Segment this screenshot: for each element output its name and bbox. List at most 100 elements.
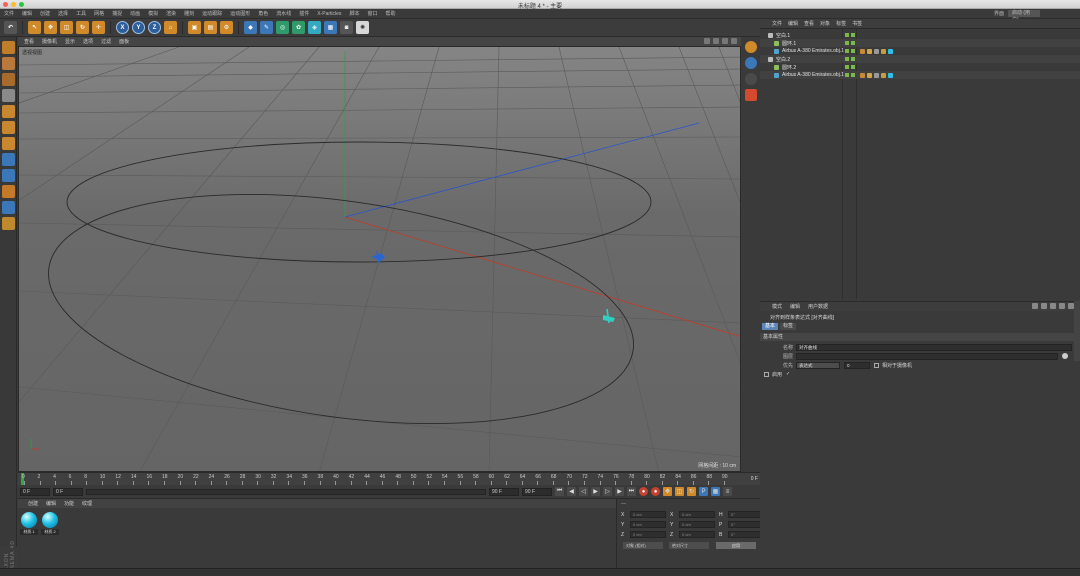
attr-menu-item[interactable]: 模式 — [772, 303, 782, 310]
visibility-flags[interactable] — [845, 33, 855, 37]
deformer-icon[interactable]: ◈ — [308, 21, 321, 34]
menu-item[interactable]: 文件 — [4, 10, 14, 17]
size-field[interactable]: 0 cm — [679, 511, 715, 518]
key-param-icon[interactable]: P — [699, 487, 708, 496]
record-icon[interactable]: ● — [639, 487, 648, 496]
rotate-tool-icon[interactable]: ↻ — [76, 21, 89, 34]
next-frame-icon[interactable]: ▷ — [603, 487, 612, 496]
solo-icon[interactable] — [745, 41, 757, 53]
enable-axis-icon[interactable] — [1, 153, 15, 166]
next-key-icon[interactable]: ▶ — [615, 487, 624, 496]
camera-icon[interactable]: ◙ — [340, 21, 353, 34]
object-tags[interactable] — [860, 48, 893, 54]
snap-icon[interactable] — [1, 169, 15, 182]
menu-item[interactable]: 工具 — [76, 10, 86, 17]
viewport-menu-item[interactable]: 过滤 — [101, 38, 111, 45]
material-swatch[interactable]: 材质.2 — [41, 512, 59, 536]
tab-basic[interactable]: 基本 — [762, 323, 779, 330]
visibility-flags[interactable] — [845, 41, 855, 45]
previous-key-icon[interactable]: ◀ — [567, 487, 576, 496]
viewport-menu-item[interactable]: 面板 — [119, 38, 129, 45]
material-swatch[interactable]: 材质.1 — [20, 512, 38, 536]
make-editable-icon[interactable] — [1, 41, 15, 54]
object-row[interactable]: 圆环.1 — [760, 39, 1080, 47]
name-field[interactable]: 对齐曲线 — [796, 343, 1072, 351]
cube-primitive-icon[interactable]: ◆ — [244, 21, 257, 34]
go-to-end-icon[interactable]: ⏭ — [627, 487, 636, 496]
orbit-icon[interactable] — [722, 38, 728, 44]
key-rotation-icon[interactable]: ↻ — [687, 487, 696, 496]
spline-ring-2[interactable] — [34, 161, 648, 457]
object-tags[interactable] — [860, 72, 893, 78]
light-icon[interactable]: ✺ — [356, 21, 369, 34]
position-field[interactable]: 0 cm — [630, 531, 666, 538]
render-settings-icon[interactable]: ⚙ — [220, 21, 233, 34]
cloner-icon[interactable]: ✿ — [292, 21, 305, 34]
menu-item[interactable]: 模拟 — [148, 10, 158, 17]
locked-workplane-icon[interactable] — [1, 217, 15, 230]
workplane-lock-icon[interactable] — [1, 201, 15, 214]
menu-item[interactable]: 创建 — [40, 10, 50, 17]
menu-item[interactable]: 运动跟踪 — [202, 10, 222, 17]
om-menu-item[interactable]: 文件 — [772, 20, 782, 27]
camera-checkbox[interactable] — [874, 362, 879, 368]
om-menu-item[interactable]: 对象 — [820, 20, 830, 27]
z-axis-lock-icon[interactable]: Z — [148, 21, 161, 34]
rotation-field[interactable]: 0° — [728, 511, 764, 518]
key-pla-icon[interactable]: ▦ — [711, 487, 720, 496]
priority-dropdown[interactable]: 表达式 — [796, 361, 840, 369]
soft-selection-icon[interactable] — [1, 185, 15, 198]
preview-range-slider[interactable] — [86, 488, 486, 495]
airplane-model-1[interactable] — [371, 250, 385, 264]
menu-item[interactable]: 渲染 — [166, 10, 176, 17]
start-frame-field[interactable]: 0 F — [20, 487, 50, 496]
search-icon[interactable] — [1050, 303, 1056, 309]
key-position-icon[interactable]: ✥ — [663, 487, 672, 496]
om-menu-item[interactable]: 编辑 — [788, 20, 798, 27]
model-mode-icon[interactable] — [1, 57, 15, 70]
play-icon[interactable]: ▶ — [591, 487, 600, 496]
render-picture-viewer-icon[interactable]: ▤ — [204, 21, 217, 34]
edges-mode-icon[interactable] — [1, 121, 15, 134]
object-row[interactable]: 空白.2 — [760, 55, 1080, 63]
environment-icon[interactable]: ▦ — [324, 21, 337, 34]
object-row[interactable]: Airbus A-380 Emirates.obj.1 — [760, 71, 1080, 79]
scale-tool-icon[interactable]: ◫ — [60, 21, 73, 34]
menu-item[interactable]: 选择 — [58, 10, 68, 17]
material-menu-item[interactable]: 创建 — [28, 500, 38, 507]
attr-menu-item[interactable]: 用户数据 — [808, 303, 828, 310]
menu-item[interactable]: 窗口 — [367, 10, 377, 17]
om-menu-item[interactable]: 标签 — [836, 20, 846, 27]
menu-item[interactable]: 插件 — [299, 10, 309, 17]
menu-item[interactable]: 编辑 — [22, 10, 32, 17]
perspective-viewport[interactable]: 透视视图 网格间距 : 10 cm — [18, 46, 741, 472]
viewport-menu-item[interactable]: 摄像机 — [42, 38, 57, 45]
previous-frame-icon[interactable]: ◁ — [579, 487, 588, 496]
texture-mode-icon[interactable] — [1, 73, 15, 86]
menu-item[interactable]: X-Particles — [317, 11, 341, 17]
menu-item[interactable]: 动画 — [130, 10, 140, 17]
polygons-mode-icon[interactable] — [1, 137, 15, 150]
visibility-flags[interactable] — [845, 57, 855, 61]
maximize-icon[interactable] — [731, 38, 737, 44]
y-axis-lock-icon[interactable]: Y — [132, 21, 145, 34]
position-field[interactable]: 0 cm — [630, 511, 666, 518]
rotation-field[interactable]: 0° — [728, 521, 764, 528]
om-menu-item[interactable]: 书签 — [852, 20, 862, 27]
material-menu-item[interactable]: 功能 — [64, 500, 74, 507]
menu-item[interactable]: 流水线 — [276, 10, 291, 17]
viewport-menu-item[interactable]: 显示 — [65, 38, 75, 45]
go-to-start-icon[interactable]: ⏮ — [555, 487, 564, 496]
object-row[interactable]: 圆环.2 — [760, 63, 1080, 71]
visibility-flags[interactable] — [845, 65, 855, 69]
menu-item[interactable]: 网格 — [94, 10, 104, 17]
enabled-expand-icon[interactable] — [764, 371, 769, 377]
layer-field[interactable] — [796, 352, 1058, 360]
priority-number-field[interactable]: 0 — [844, 361, 870, 369]
recent-tool-icon[interactable]: ✛ — [92, 21, 105, 34]
menu-item[interactable]: 运动图形 — [230, 10, 250, 17]
material-menu-item[interactable]: 编辑 — [46, 500, 56, 507]
live-selection-icon[interactable]: ↖ — [28, 21, 41, 34]
up-arrow-icon[interactable] — [1041, 303, 1047, 309]
back-arrow-icon[interactable] — [1032, 303, 1038, 309]
